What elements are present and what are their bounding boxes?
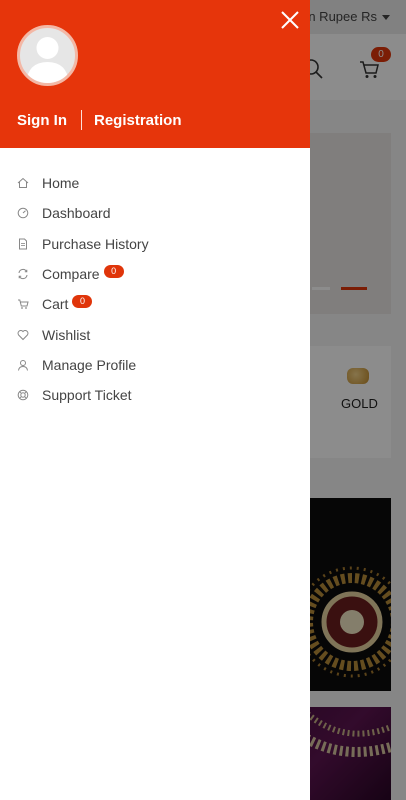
menu-label: Wishlist bbox=[42, 326, 91, 343]
auth-links: Sign In Registration bbox=[17, 110, 182, 130]
menu-item-compare[interactable]: Compare 0 bbox=[0, 259, 310, 289]
drawer-menu: Home Dashboard Purchase History Compare … bbox=[0, 168, 310, 410]
compare-count-badge: 0 bbox=[103, 264, 124, 278]
menu-item-purchase-history[interactable]: Purchase History bbox=[0, 229, 310, 259]
user-icon bbox=[17, 359, 29, 371]
menu-item-dashboard[interactable]: Dashboard bbox=[0, 198, 310, 228]
support-icon bbox=[17, 389, 29, 401]
avatar[interactable] bbox=[17, 25, 78, 86]
user-avatar-icon bbox=[26, 37, 69, 83]
heart-icon bbox=[17, 329, 29, 341]
home-icon bbox=[17, 177, 29, 189]
menu-label: Compare bbox=[42, 266, 100, 283]
menu-label: Dashboard bbox=[42, 205, 111, 222]
menu-label: Cart bbox=[42, 296, 69, 313]
side-drawer: Sign In Registration Home Dashboard Purc… bbox=[0, 0, 310, 800]
menu-item-support-ticket[interactable]: Support Ticket bbox=[0, 380, 310, 410]
menu-item-wishlist[interactable]: Wishlist bbox=[0, 319, 310, 349]
menu-label: Support Ticket bbox=[42, 387, 132, 404]
registration-link[interactable]: Registration bbox=[94, 112, 182, 129]
cart-count-badge: 0 bbox=[72, 294, 93, 308]
drawer-header: Sign In Registration bbox=[0, 0, 310, 148]
divider bbox=[81, 110, 82, 130]
menu-item-manage-profile[interactable]: Manage Profile bbox=[0, 350, 310, 380]
menu-item-home[interactable]: Home bbox=[0, 168, 310, 198]
dashboard-icon bbox=[17, 207, 29, 219]
menu-label: Manage Profile bbox=[42, 356, 137, 373]
close-icon[interactable] bbox=[279, 9, 301, 31]
sign-in-link[interactable]: Sign In bbox=[17, 112, 67, 129]
document-icon bbox=[17, 238, 29, 250]
menu-label: Home bbox=[42, 175, 80, 192]
compare-icon bbox=[17, 268, 29, 280]
cart-icon bbox=[17, 298, 29, 310]
menu-label: Purchase History bbox=[42, 235, 149, 252]
menu-item-cart[interactable]: Cart 0 bbox=[0, 289, 310, 319]
